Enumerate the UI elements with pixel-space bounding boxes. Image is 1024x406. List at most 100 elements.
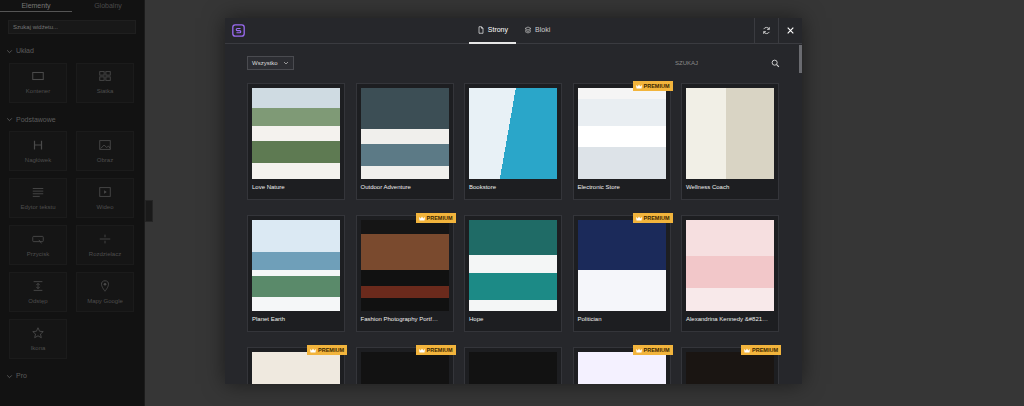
library-header: Strony Bloki	[225, 18, 802, 44]
template-preview	[578, 352, 666, 384]
widget-item[interactable]: Edytor tekstu	[9, 178, 67, 218]
template-title: Wellness Coach	[686, 179, 774, 191]
crown-icon	[636, 84, 642, 89]
page-icon	[477, 26, 485, 34]
search-input[interactable]	[675, 59, 767, 68]
widget-label: Nagłówek	[25, 156, 51, 165]
widget-item[interactable]: Nagłówek	[9, 131, 67, 171]
panel-tab[interactable]: Globalny	[72, 0, 144, 12]
template-card[interactable]: PREMIUM	[356, 347, 454, 384]
premium-badge: PREMIUM	[416, 213, 456, 223]
section-title: Pro	[16, 371, 27, 382]
tab-label: Bloki	[535, 25, 550, 36]
close-button[interactable]	[778, 18, 802, 44]
widget-label: Obraz	[97, 156, 113, 165]
widget-item[interactable]: Kontener	[9, 63, 67, 103]
close-icon	[786, 26, 795, 35]
caret-icon	[6, 116, 13, 123]
image-icon	[98, 138, 112, 152]
library-tab[interactable]: Bloki	[516, 18, 558, 44]
template-title: Bookstore	[469, 179, 557, 191]
template-card[interactable]: Hope	[464, 215, 562, 332]
widget-item[interactable]: Odstęp	[9, 272, 67, 312]
template-card[interactable]: Alexandrina Kennedy &#821…	[681, 215, 779, 332]
blocks-icon	[524, 26, 532, 34]
template-preview	[361, 352, 449, 384]
premium-badge: PREMIUM	[633, 345, 673, 355]
caret-icon	[6, 48, 13, 55]
template-card[interactable]: Electronic Store PREMIUM	[573, 83, 671, 200]
widget-item[interactable]: Ikona	[9, 319, 67, 359]
template-title: Love Nature	[252, 179, 340, 191]
search-icon	[771, 59, 780, 68]
widget-item[interactable]: Wideo	[76, 178, 134, 218]
template-card[interactable]: PREMIUM	[573, 347, 671, 384]
template-title: Politician	[578, 311, 666, 323]
tab-label: Strony	[488, 25, 508, 36]
crown-icon	[419, 216, 425, 221]
category-dropdown[interactable]: Wszystko	[247, 56, 294, 70]
template-card[interactable]: Bookstore	[464, 83, 562, 200]
template-title: Alexandrina Kennedy &#821…	[686, 311, 774, 323]
premium-badge: PREMIUM	[633, 213, 673, 223]
crown-icon	[744, 348, 750, 353]
star-icon	[31, 326, 45, 340]
template-card[interactable]: PREMIUM	[681, 347, 779, 384]
spacer-icon	[31, 279, 45, 293]
scrollbar[interactable]	[799, 45, 802, 73]
template-card[interactable]: Love Nature	[247, 83, 345, 200]
library-body: Wszystko Love Nature Outdoor Adventure Book…	[225, 44, 802, 384]
template-search	[675, 59, 780, 68]
badge-label: PREMIUM	[644, 347, 670, 353]
template-card[interactable]: Fashion Photography Portf…PREMIUM	[356, 215, 454, 332]
template-card[interactable]: Planet Earth	[247, 215, 345, 332]
refresh-icon	[762, 26, 771, 35]
section-header[interactable]: Układ	[0, 34, 144, 63]
crown-icon	[310, 348, 316, 353]
widget-label: Mapy Google	[87, 297, 123, 306]
template-grid: Love Nature Outdoor Adventure Bookstore Ele…	[247, 83, 780, 384]
widget-label: Wideo	[96, 203, 113, 212]
template-card[interactable]	[464, 347, 562, 384]
premium-badge: PREMIUM	[633, 81, 673, 91]
widget-item[interactable]: Przycisk	[9, 225, 67, 265]
template-card[interactable]: Politician PREMIUM	[573, 215, 671, 332]
crown-icon	[419, 348, 425, 353]
section-header[interactable]: Podstawowe	[0, 103, 144, 132]
template-card[interactable]: Wellness Coach	[681, 83, 779, 200]
library-tabs: Strony Bloki	[225, 18, 802, 43]
section-title: Układ	[16, 46, 34, 57]
template-preview	[252, 220, 340, 311]
premium-badge: PREMIUM	[416, 345, 456, 355]
refresh-button[interactable]	[754, 18, 778, 44]
library-tab[interactable]: Strony	[469, 18, 516, 44]
badge-label: PREMIUM	[427, 347, 453, 353]
widget-item[interactable]: Rozdzielacz	[76, 225, 134, 265]
template-title: Outdoor Adventure	[361, 179, 449, 191]
template-preview	[361, 220, 449, 311]
badge-label: PREMIUM	[427, 215, 453, 221]
section-header[interactable]: Pro	[0, 359, 144, 388]
dropdown-value: Wszystko	[252, 59, 278, 68]
caret-icon	[6, 373, 13, 380]
template-preview	[469, 220, 557, 311]
template-preview	[686, 220, 774, 311]
widget-item[interactable]: Obraz	[76, 131, 134, 171]
widget-panel: ElementyGlobalny Układ KontenerSiatkaPodst…	[0, 0, 145, 406]
widget-item[interactable]: Siatka	[76, 63, 134, 103]
template-card[interactable]: PREMIUM	[247, 347, 345, 384]
template-title: Electronic Store	[578, 179, 666, 191]
template-card[interactable]: Outdoor Adventure	[356, 83, 454, 200]
filter-row: Wszystko	[247, 56, 780, 70]
grid-icon	[98, 69, 112, 83]
badge-label: PREMIUM	[318, 347, 344, 353]
template-preview	[686, 88, 774, 179]
template-title: Planet Earth	[252, 311, 340, 323]
panel-tab[interactable]: Elementy	[0, 0, 72, 12]
badge-label: PREMIUM	[644, 83, 670, 89]
widget-label: Ikona	[31, 344, 46, 353]
widget-item[interactable]: Mapy Google	[76, 272, 134, 312]
widget-search[interactable]	[8, 20, 136, 34]
panel-toggle[interactable]	[145, 200, 153, 222]
map-icon	[98, 279, 112, 293]
